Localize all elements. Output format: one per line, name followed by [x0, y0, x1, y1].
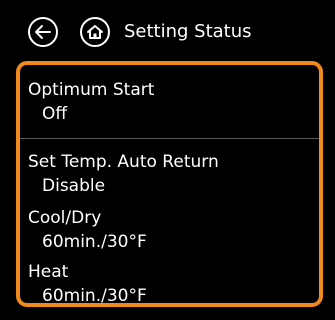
setting-optimum-start: Optimum Start Off — [28, 79, 311, 125]
home-button[interactable] — [80, 17, 110, 47]
settings-panel: Optimum Start Off Set Temp. Auto Return … — [16, 61, 323, 307]
setting-cool-dry: Cool/Dry 60min./30°F — [28, 207, 311, 253]
setting-value: Disable — [42, 176, 106, 196]
home-icon — [87, 25, 103, 39]
setting-label: Cool/Dry — [28, 208, 102, 228]
setting-label: Optimum Start — [28, 80, 155, 100]
arrow-left-icon — [35, 25, 51, 39]
setting-value: Off — [42, 104, 68, 124]
header-bar: Setting Status — [0, 0, 335, 62]
setting-value: 60min./30°F — [42, 286, 147, 306]
divider — [20, 138, 319, 139]
setting-label: Heat — [28, 262, 69, 282]
page-title: Setting Status — [124, 21, 252, 42]
setting-set-temp-auto-return: Set Temp. Auto Return Disable — [28, 151, 311, 197]
setting-heat: Heat 60min./30°F — [28, 261, 311, 306]
setting-value: 60min./30°F — [42, 232, 147, 252]
back-button[interactable] — [28, 17, 58, 47]
setting-label: Set Temp. Auto Return — [28, 152, 219, 172]
